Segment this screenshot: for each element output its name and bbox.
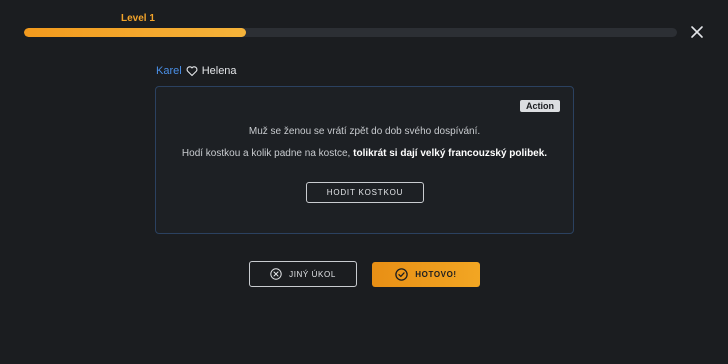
level-label: Level 1 (121, 13, 155, 24)
check-circle-icon (395, 268, 409, 281)
close-button[interactable] (689, 24, 705, 40)
roll-dice-button[interactable]: HODIT KOSTKOU (306, 182, 424, 203)
done-label: HOTOVO! (415, 270, 457, 279)
player-b-name: Helena (201, 65, 237, 77)
done-button[interactable]: HOTOVO! (372, 262, 480, 287)
players-line: Karel Helena (156, 65, 237, 77)
other-task-button[interactable]: JINÝ ÚKOL (249, 261, 357, 287)
task-text-line2-plain: Hodí kostkou a kolik padne na kostce, (181, 148, 354, 159)
task-text-line2: Hodí kostkou a kolik padne na kostce, to… (156, 148, 573, 159)
x-circle-icon (270, 268, 282, 280)
game-screen: Level 1 Karel Helena Action Muž se ženou… (0, 0, 728, 364)
level-progress-fill (24, 28, 247, 37)
task-card: Action Muž se ženou se vrátí zpět do dob… (155, 86, 574, 234)
task-type-badge: Action (520, 100, 560, 112)
task-text-line1: Muž se ženou se vrátí zpět do dob svého … (248, 126, 481, 137)
other-task-label: JINÝ ÚKOL (289, 269, 336, 279)
close-icon (691, 26, 703, 38)
task-text-line2-bold: tolikrát si dají velký francouzský polib… (353, 148, 548, 159)
heart-icon (186, 65, 198, 77)
player-a-name: Karel (156, 65, 182, 77)
level-progress-bar (24, 28, 677, 37)
